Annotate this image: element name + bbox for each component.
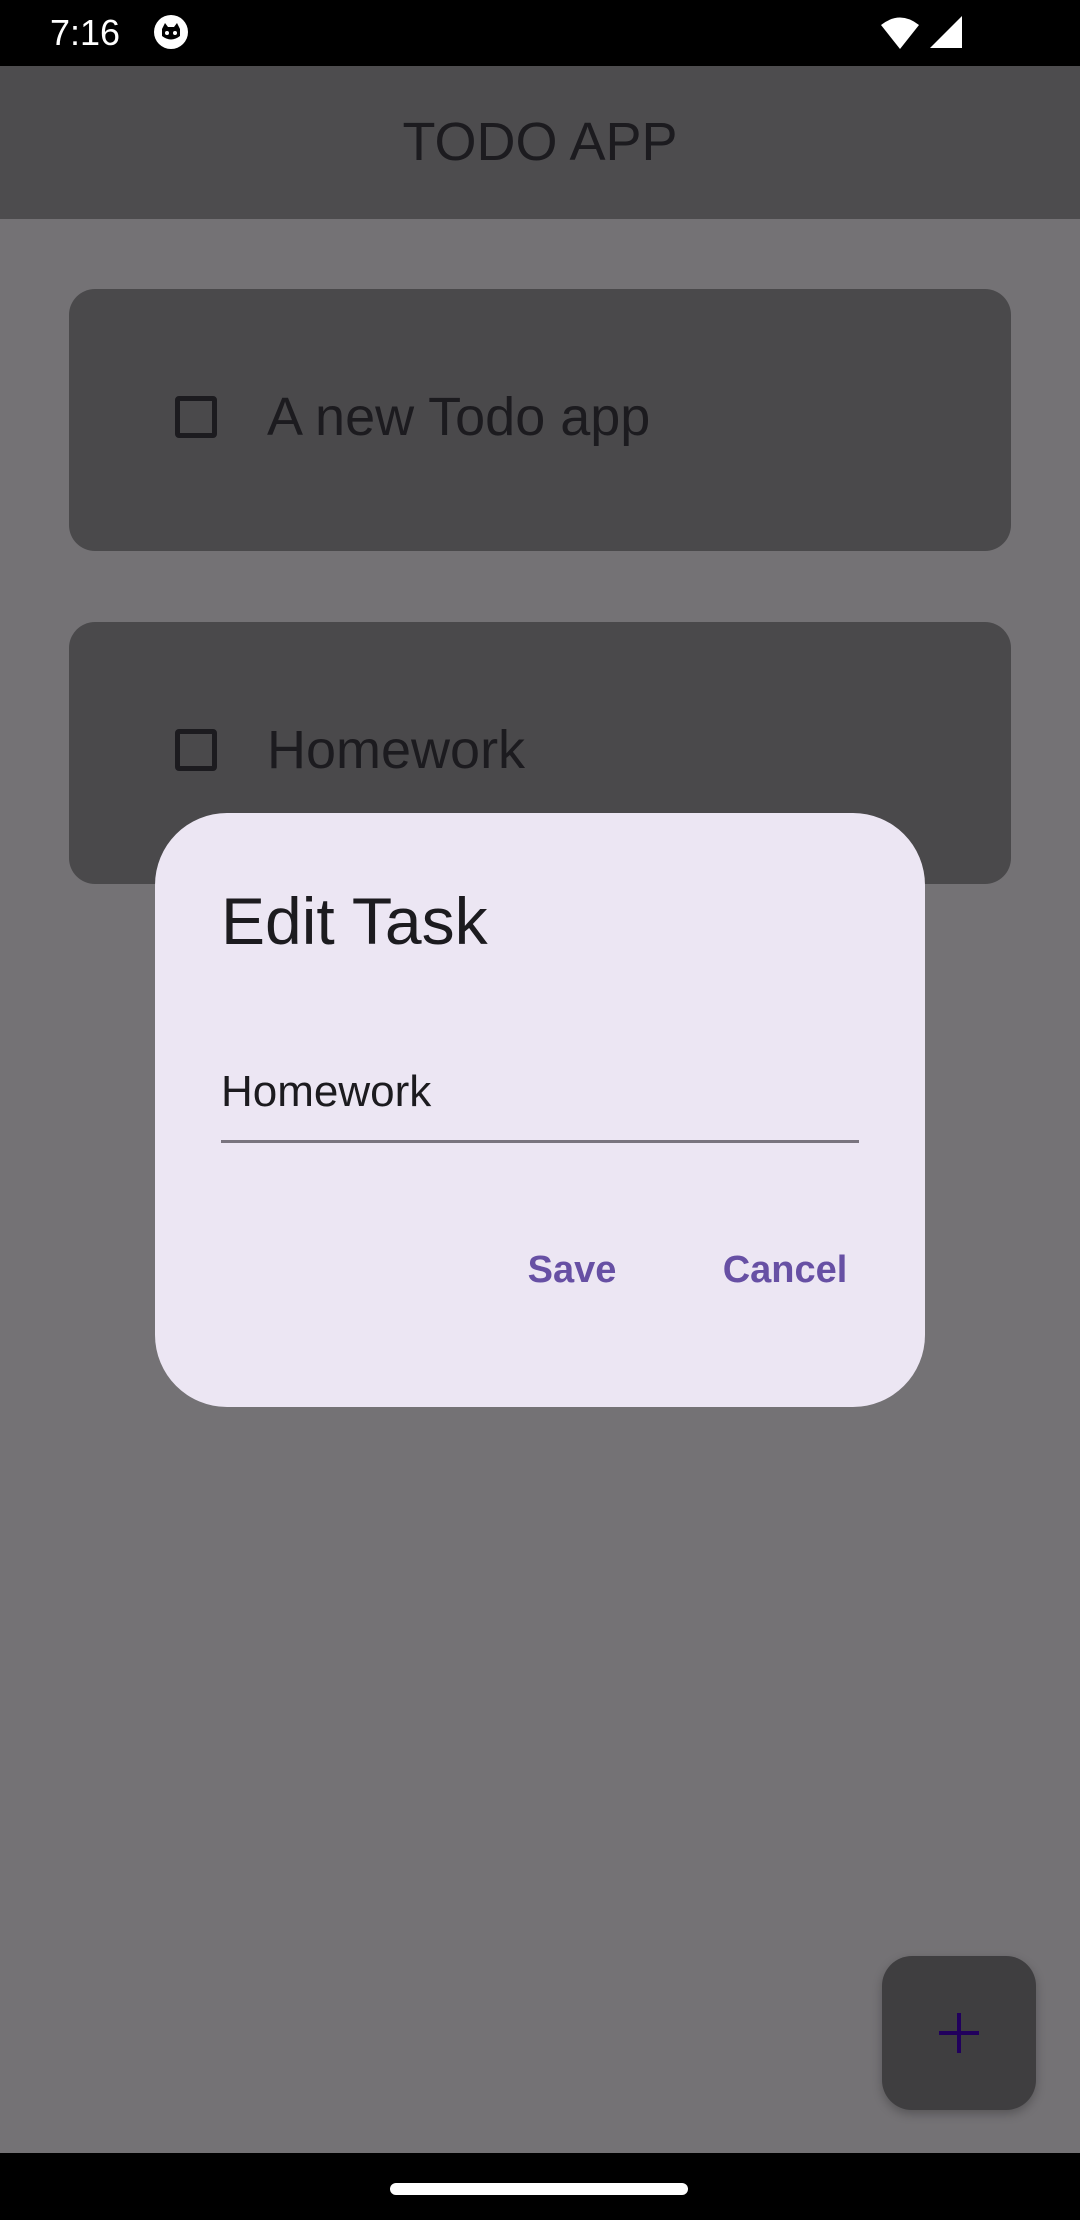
task-checkbox[interactable] [175, 729, 217, 771]
plus-icon [937, 2011, 981, 2055]
home-gesture-handle[interactable] [390, 2183, 688, 2195]
status-bar: 7:16 [0, 0, 1080, 66]
edit-task-dialog: Edit Task Save Cancel [155, 813, 925, 1407]
cellular-signal-icon [928, 14, 964, 50]
dialog-title: Edit Task [221, 884, 488, 958]
navigation-bar [0, 2153, 1080, 2220]
status-time: 7:16 [50, 12, 121, 53]
task-name-input[interactable] [221, 1043, 859, 1143]
add-task-button[interactable] [882, 1956, 1036, 2110]
task-card[interactable]: A new Todo app [69, 289, 1011, 551]
task-checkbox[interactable] [175, 396, 217, 438]
save-button[interactable]: Save [507, 1235, 637, 1305]
task-label: A new Todo app [267, 387, 651, 447]
wifi-icon [880, 16, 920, 50]
app-notification-icon [153, 14, 189, 50]
app-title: TODO APP [402, 112, 678, 172]
task-label: Homework [267, 720, 526, 780]
cancel-button[interactable]: Cancel [695, 1235, 875, 1305]
app-bar: TODO APP [0, 66, 1080, 219]
